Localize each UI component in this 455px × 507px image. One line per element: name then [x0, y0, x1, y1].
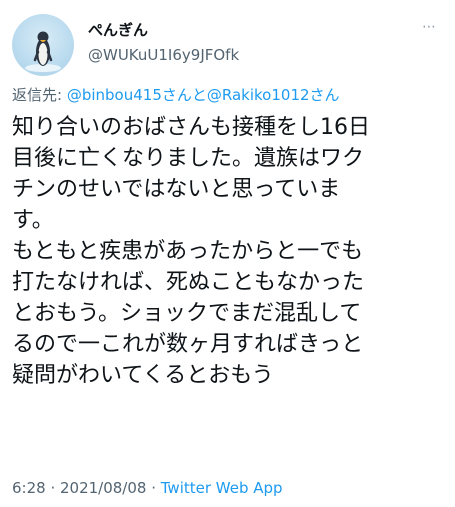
- timestamp[interactable]: 6:28 · 2021/08/08 ·: [12, 479, 161, 497]
- avatar[interactable]: [12, 14, 74, 76]
- tweet-text: 知り合いのおばさんも接種をし16日 目後に亡くなりました。遺族はワク チンのせい…: [12, 115, 370, 388]
- mention-link[interactable]: @binbou415さん: [67, 86, 192, 104]
- tweet-header: ぺんぎん @WUKuU1I6y9JFOfk ⋯: [12, 14, 443, 76]
- source-link[interactable]: Twitter Web App: [161, 479, 283, 497]
- penguin-avatar-icon: [25, 31, 61, 72]
- reply-joiner: と: [191, 86, 207, 104]
- mention-link[interactable]: @Rakiko1012さん: [207, 86, 340, 104]
- display-name[interactable]: ぺんぎん: [88, 20, 239, 40]
- reply-prefix: 返信先:: [12, 86, 67, 104]
- more-options-icon[interactable]: ⋯: [422, 20, 437, 34]
- user-handle[interactable]: @WUKuU1I6y9JFOfk: [88, 44, 239, 66]
- reply-to-line: 返信先: @binbou415さんと@Rakiko1012さん: [12, 84, 340, 106]
- tweet-meta: 6:28 · 2021/08/08 · Twitter Web App: [12, 478, 283, 498]
- author-names: ぺんぎん @WUKuU1I6y9JFOfk: [88, 20, 239, 66]
